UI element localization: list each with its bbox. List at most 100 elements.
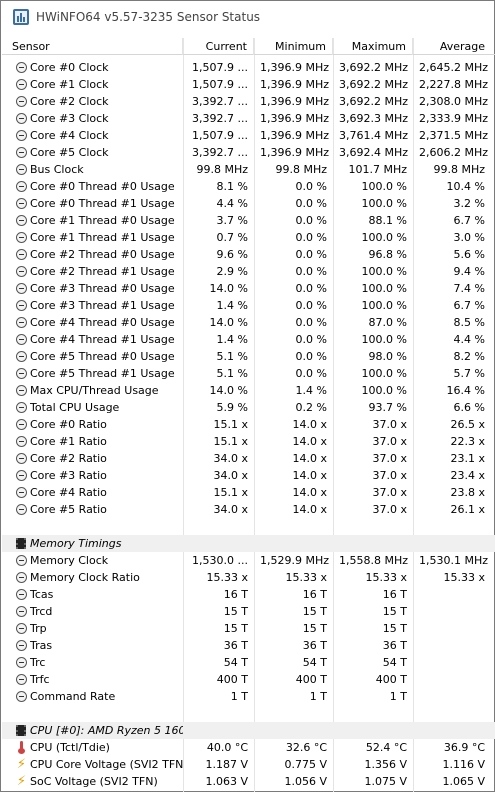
sensor-row[interactable]: Core #0 Thread #1 Usage 4.4 % 0.0 % 100.0 %…: [2, 195, 495, 212]
sensor-row[interactable]: Core #2 Thread #0 Usage 9.6 % 0.0 % 96.8 % 5…: [2, 246, 495, 263]
sensor-row[interactable]: Core #5 Clock 3,392.7 ... 1,396.9 MHz 3,692…: [2, 144, 495, 161]
sensor-name: Core #5 Thread #0 Usage: [30, 350, 175, 363]
sensor-name: Tcas: [30, 588, 54, 601]
sensor-row[interactable]: Core #2 Ratio 34.0 x 14.0 x 37.0 x 23.1 x: [2, 450, 495, 467]
current-value: 34.0 x: [213, 452, 249, 465]
sensor-row[interactable]: Core #3 Clock 3,392.7 ... 1,396.9 MHz 3,692…: [2, 110, 495, 127]
sensor-name-cell: Core #5 Thread #1 Usage: [2, 365, 183, 382]
sensor-row[interactable]: Total CPU Usage 5.9 % 0.2 % 93.7 % 6.6 %: [2, 399, 495, 416]
current-value: 15.1 x: [213, 418, 249, 431]
current-value: 5.1 %: [216, 350, 248, 363]
current-value: 54 T: [223, 656, 248, 669]
current-value: 34.0 x: [213, 503, 249, 516]
sensor-row[interactable]: Memory Clock Ratio 15.33 x 15.33 x 15.33 x 1…: [2, 569, 495, 586]
group-header-row[interactable]: Memory Timings: [2, 535, 495, 552]
column-maximum[interactable]: Maximum: [333, 38, 413, 55]
sensor-row[interactable]: Max CPU/Thread Usage 14.0 % 1.4 % 100.0 % 16…: [2, 382, 495, 399]
sensor-row[interactable]: CPU Core Voltage (SVI2 TFN) 1.187 V 0.775 …: [2, 756, 495, 773]
sensor-row[interactable]: Tras 36 T 36 T 36 T: [2, 637, 495, 654]
sensor-name-cell: Core #2 Thread #1 Usage: [2, 263, 183, 280]
sensor-row[interactable]: Tcas 16 T 16 T 16 T: [2, 586, 495, 603]
sensor-row[interactable]: Core #4 Ratio 15.1 x 14.0 x 37.0 x 23.8 x: [2, 484, 495, 501]
sensor-name: Bus Clock: [30, 163, 84, 176]
sensor-row[interactable]: Core #0 Clock 1,507.9 ... 1,396.9 MHz 3,692…: [2, 59, 495, 76]
maximum-value: 3,692.2 MHz: [339, 61, 409, 74]
sensor-name-cell: Core #3 Clock: [2, 110, 183, 127]
minimum-value: [254, 518, 333, 535]
maximum-value: 37.0 x: [372, 435, 408, 448]
sensor-name-cell: [2, 518, 183, 535]
minimum-value: 0.0 %: [295, 180, 327, 193]
column-average[interactable]: Average: [413, 38, 491, 55]
sensor-row[interactable]: Core #1 Ratio 15.1 x 14.0 x 37.0 x 22.3 x: [2, 433, 495, 450]
maximum-value: 3,692.4 MHz: [339, 146, 409, 159]
sensor-row[interactable]: Core #1 Thread #1 Usage 0.7 % 0.0 % 100.0 %…: [2, 229, 495, 246]
maximum-value: 1.356 V: [364, 758, 407, 771]
spacer-row: [2, 518, 495, 535]
sensor-row[interactable]: Core #3 Thread #0 Usage 14.0 % 0.0 % 100.0 …: [2, 280, 495, 297]
sensor-row[interactable]: Core #2 Clock 3,392.7 ... 1,396.9 MHz 3,692…: [2, 93, 495, 110]
sensor-row[interactable]: Core #0 Ratio 15.1 x 14.0 x 37.0 x 26.5 x: [2, 416, 495, 433]
sensor-name: CPU Core Voltage (SVI2 TFN): [30, 758, 183, 771]
average-value: 22.3 x: [450, 435, 486, 448]
maximum-value: 98.0 %: [368, 350, 407, 363]
average-value: 7.4 %: [453, 282, 485, 295]
sensor-row[interactable]: Core #4 Thread #0 Usage 14.0 % 0.0 % 87.0 %…: [2, 314, 495, 331]
current-value: 2.9 %: [216, 265, 248, 278]
sensor-name-cell: Core #5 Thread #0 Usage: [2, 348, 183, 365]
sensor-name: Core #4 Ratio: [30, 486, 107, 499]
sensor-row[interactable]: Core #4 Thread #1 Usage 1.4 % 0.0 % 100.0 %…: [2, 331, 495, 348]
sensor-row[interactable]: Core #0 Thread #0 Usage 8.1 % 0.0 % 100.0 %…: [2, 178, 495, 195]
sensor-name: Core #0 Ratio: [30, 418, 107, 431]
clock-icon: [16, 79, 27, 90]
sensor-row[interactable]: Core #5 Thread #1 Usage 5.1 % 0.0 % 100.0 %…: [2, 365, 495, 382]
minimum-value: 0.0 %: [295, 214, 327, 227]
sensor-row[interactable]: Core #3 Ratio 34.0 x 14.0 x 37.0 x 23.4 x: [2, 467, 495, 484]
sensor-grid[interactable]: Sensor Current Minimum Maximum Average C…: [2, 38, 495, 792]
clock-icon: [16, 232, 27, 243]
average-value: 8.5 %: [453, 316, 485, 329]
maximum-value: 3,692.3 MHz: [339, 112, 409, 125]
clock-icon: [16, 470, 27, 481]
column-minimum[interactable]: Minimum: [254, 38, 333, 55]
sensor-row[interactable]: Core #5 Ratio 34.0 x 14.0 x 37.0 x 26.1 x: [2, 501, 495, 518]
sensor-row[interactable]: Memory Clock 1,530.0 ... 1,529.9 MHz 1,558.…: [2, 552, 495, 569]
minimum-value: 0.0 %: [295, 265, 327, 278]
current-value: 14.0 %: [209, 384, 248, 397]
clock-icon: [16, 266, 27, 277]
current-value: 5.9 %: [216, 401, 248, 414]
maximum-value: [333, 518, 413, 535]
sensor-row[interactable]: Core #1 Thread #0 Usage 3.7 % 0.0 % 88.1 % 6…: [2, 212, 495, 229]
minimum-value: 1.056 V: [284, 775, 327, 788]
average-value: [413, 586, 491, 603]
minimum-value: 16 T: [302, 588, 327, 601]
sensor-row[interactable]: Command Rate 1 T 1 T 1 T: [2, 688, 495, 705]
sensor-name: SoC Voltage (SVI2 TFN): [30, 775, 158, 788]
sensor-name-cell: Trc: [2, 654, 183, 671]
sensor-row[interactable]: Trfc 400 T 400 T 400 T: [2, 671, 495, 688]
sensor-name: Trc: [30, 656, 46, 669]
sensor-row[interactable]: Trcd 15 T 15 T 15 T: [2, 603, 495, 620]
sensor-row[interactable]: Core #2 Thread #1 Usage 2.9 % 0.0 % 100.0 %…: [2, 263, 495, 280]
minimum-value: 0.0 %: [295, 231, 327, 244]
sensor-row[interactable]: Core #4 Clock 1,507.9 ... 1,396.9 MHz 3,761…: [2, 127, 495, 144]
sensor-row[interactable]: Core #1 Clock 1,507.9 ... 1,396.9 MHz 3,692…: [2, 76, 495, 93]
sensor-name-cell: Trcd: [2, 603, 183, 620]
clock-icon: [16, 96, 27, 107]
sensor-row[interactable]: Trc 54 T 54 T 54 T: [2, 654, 495, 671]
sensor-row[interactable]: Core #5 Thread #0 Usage 5.1 % 0.0 % 98.0 % 8…: [2, 348, 495, 365]
column-sensor[interactable]: Sensor: [2, 38, 183, 55]
column-current[interactable]: Current: [183, 38, 254, 55]
sensor-row[interactable]: Core #3 Thread #1 Usage 1.4 % 0.0 % 100.0 %…: [2, 297, 495, 314]
sensor-row[interactable]: Trp 15 T 15 T 15 T: [2, 620, 495, 637]
group-header-row[interactable]: CPU [#0]: AMD Ryzen 5 1600: [2, 722, 495, 739]
sensor-row[interactable]: CPU (Tctl/Tdie) 40.0 °C 32.6 °C 52.4 °C 36.9…: [2, 739, 495, 756]
sensor-row[interactable]: SoC Voltage (SVI2 TFN) 1.063 V 1.056 V 1.07…: [2, 773, 495, 790]
maximum-value: 37.0 x: [372, 452, 408, 465]
title-bar[interactable]: HWiNFO64 v5.57-3235 Sensor Status: [1, 1, 494, 33]
average-value: [413, 654, 491, 671]
current-value: 15.1 x: [213, 486, 249, 499]
maximum-value: 1.075 V: [364, 775, 407, 788]
sensor-row[interactable]: Bus Clock 99.8 MHz 99.8 MHz 101.7 MHz 99.8 M…: [2, 161, 495, 178]
sensor-name: Core #2 Thread #0 Usage: [30, 248, 175, 261]
